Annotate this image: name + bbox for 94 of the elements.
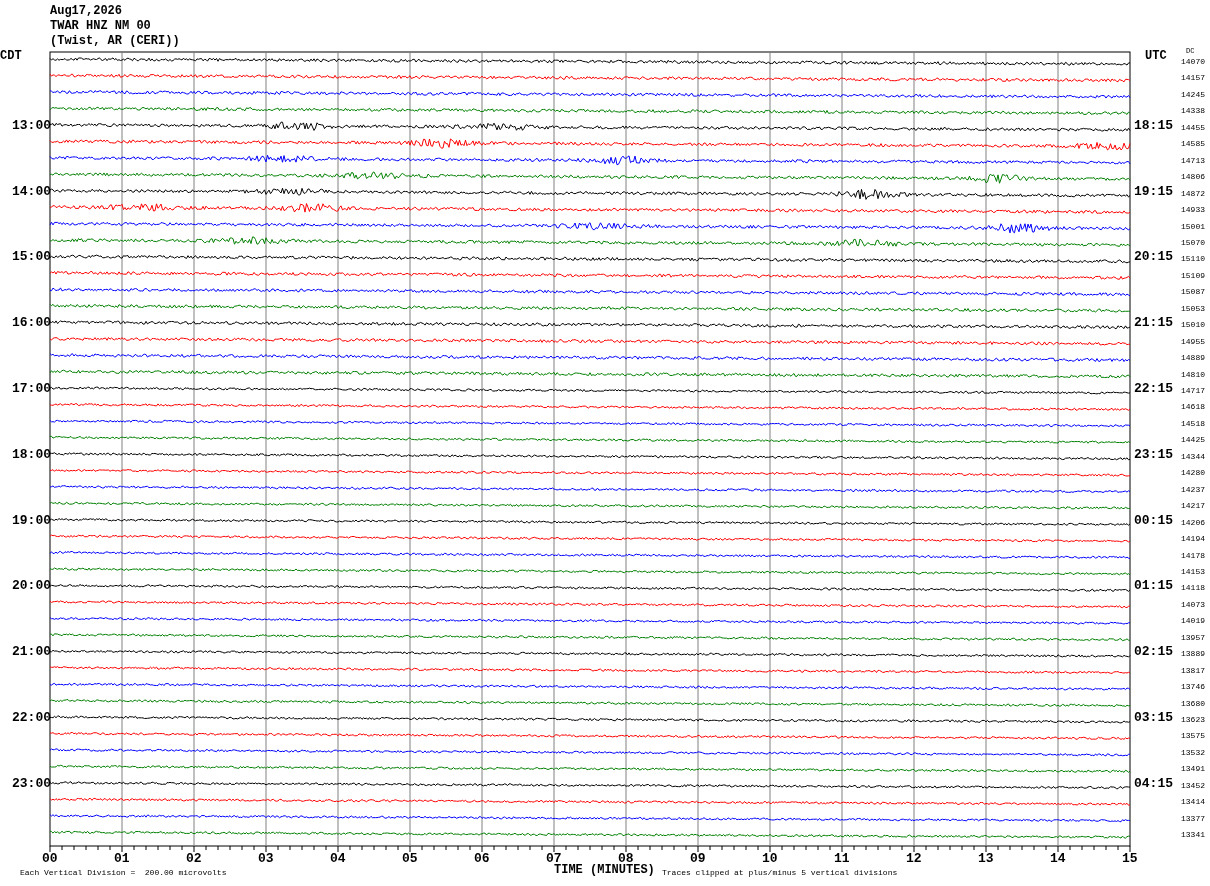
dc-value: 14618: [1181, 403, 1205, 412]
tick-label: 00: [42, 852, 58, 865]
dc-value: 14153: [1181, 567, 1205, 576]
tick-label: 01: [114, 852, 130, 865]
tick-label: 14: [1050, 852, 1066, 865]
dc-value: 14806: [1181, 173, 1205, 182]
dc-value: 14585: [1181, 140, 1205, 149]
location-label: (Twist, AR (CERI)): [50, 35, 180, 47]
dc-value: 13377: [1181, 814, 1205, 823]
time-label: 19:15: [1134, 184, 1173, 198]
dc-value: 14425: [1181, 436, 1205, 445]
dc-value: 15110: [1181, 255, 1205, 264]
dc-value: 14070: [1181, 58, 1205, 66]
axis-title: UTC: [1145, 50, 1167, 62]
time-label: 15:00: [12, 250, 51, 264]
time-label: 20:15: [1134, 250, 1173, 264]
dc-value: 14933: [1181, 206, 1205, 215]
axis-title: CDT: [0, 50, 22, 62]
dc-value: 15001: [1181, 222, 1205, 231]
dc-value: 13746: [1181, 683, 1205, 692]
tick-label: 05: [402, 852, 418, 865]
tick-label: 09: [690, 852, 706, 865]
dc-value: 15109: [1181, 271, 1205, 280]
dc-value: 14344: [1181, 452, 1205, 461]
dc-value: 14245: [1181, 90, 1205, 99]
dc-value: 14338: [1181, 107, 1205, 116]
dc-value: 14194: [1181, 535, 1205, 544]
time-label: 23:00: [12, 776, 51, 790]
time-label: 22:15: [1134, 382, 1173, 395]
dc-value: 13957: [1181, 633, 1205, 642]
dc-value: 13491: [1181, 765, 1205, 774]
dc-value: 14206: [1181, 518, 1205, 527]
dc-value: 14889: [1181, 354, 1205, 363]
dc-value: 13680: [1181, 699, 1205, 708]
time-label: 19:00: [12, 513, 51, 527]
dc-value: 15053: [1181, 304, 1205, 313]
clip-note: Traces clipped at plus/minus 5 vertical divisions: [662, 869, 898, 877]
time-label: 22:00: [12, 711, 51, 724]
dc-value: 13532: [1181, 748, 1205, 757]
dc-value: 13341: [1181, 831, 1205, 840]
tick-label: 03: [258, 852, 274, 865]
time-label: 13:00: [12, 118, 51, 132]
dc-value: 14872: [1181, 189, 1205, 198]
tick-label: 04: [330, 852, 346, 865]
tick-label: 13: [978, 852, 994, 865]
date-label: Aug17,2026: [50, 5, 122, 17]
time-label: 16:00: [12, 316, 51, 330]
dc-value: 14178: [1181, 551, 1205, 560]
dc-value: 15010: [1181, 321, 1205, 330]
tick-label: 15: [1122, 852, 1138, 865]
time-label: 21:00: [12, 645, 51, 659]
dc-value: 14518: [1181, 419, 1205, 428]
dc-value: 13623: [1181, 716, 1205, 724]
dc-value: 13575: [1181, 732, 1205, 741]
station-label: TWAR HNZ NM 00: [50, 20, 151, 32]
tick-label: 02: [186, 852, 202, 865]
dc-value: 14118: [1181, 584, 1205, 593]
dc-value: 14717: [1181, 387, 1205, 395]
dc-value: 13414: [1181, 798, 1205, 807]
dc-value: 14073: [1181, 600, 1205, 609]
time-label: 18:15: [1134, 118, 1173, 132]
tick-label: 08: [618, 852, 634, 865]
time-label: 21:15: [1134, 316, 1173, 330]
time-label: 14:00: [12, 184, 51, 198]
dc-value: 14217: [1181, 502, 1205, 511]
dc-value: 14810: [1181, 370, 1205, 379]
dc-value: 13889: [1181, 650, 1205, 659]
tick-label: 07: [546, 852, 562, 865]
time-label: 02:15: [1134, 645, 1173, 659]
tick-label: 10: [762, 852, 778, 865]
scale-note: Each Vertical Division = 200.00 microvolts: [20, 869, 227, 877]
dc-value: 14280: [1181, 469, 1205, 478]
dc-value: 15070: [1181, 238, 1205, 247]
time-label: 20:00: [12, 579, 51, 593]
dc-value: 13817: [1181, 666, 1205, 675]
axis-title: TIME (MINUTES): [554, 864, 655, 876]
dc-value: 14237: [1181, 485, 1205, 494]
dc-value: 15087: [1181, 288, 1205, 297]
dc-value: 14955: [1181, 337, 1205, 346]
tick-label: 12: [906, 852, 922, 865]
time-label: 17:00: [12, 382, 51, 395]
dc-value: 14157: [1181, 74, 1205, 83]
dc-value: 14019: [1181, 617, 1205, 626]
tick-label: 11: [834, 852, 850, 865]
time-label: 04:15: [1134, 776, 1173, 790]
dc-value: 13452: [1181, 781, 1205, 790]
dc-value: 14455: [1181, 123, 1205, 132]
tick-label: 06: [474, 852, 490, 865]
time-label: 23:15: [1134, 447, 1173, 461]
time-label: 01:15: [1134, 579, 1173, 593]
time-label: 03:15: [1134, 711, 1173, 724]
dc-value: 14713: [1181, 156, 1205, 165]
time-label: 18:00: [12, 447, 51, 461]
time-label: 00:15: [1134, 513, 1173, 527]
